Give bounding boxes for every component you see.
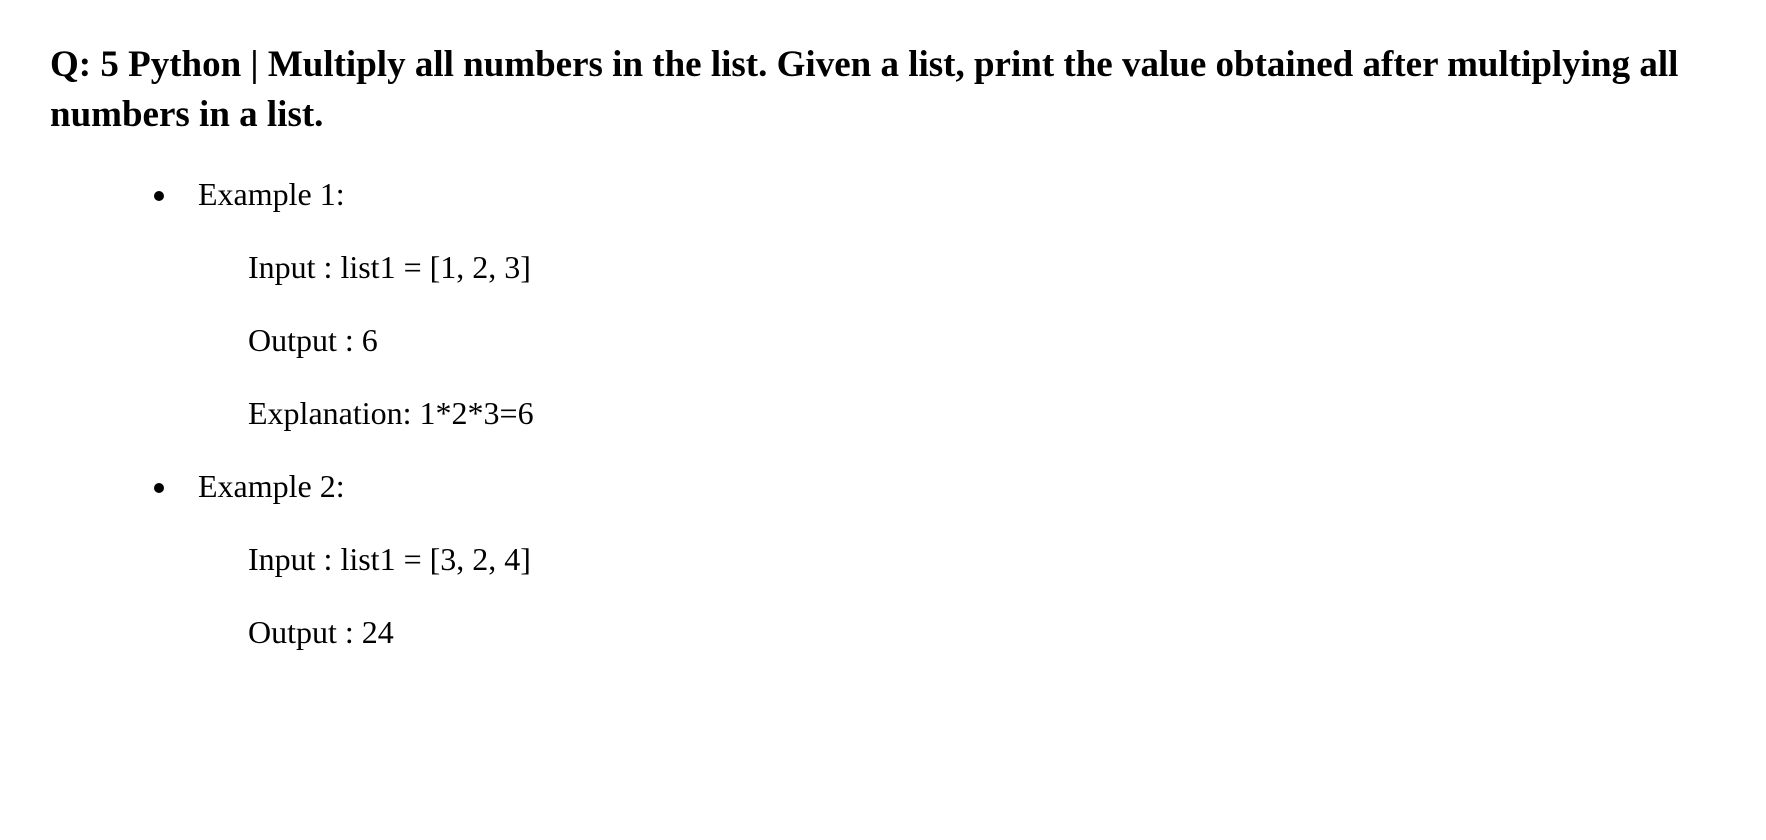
example-input: Input : list1 = [3, 2, 4] [248,535,1716,583]
example-item: Example 2: Input : list1 = [3, 2, 4] Out… [180,462,1716,656]
example-explanation: Explanation: 1*2*3=6 [248,389,1716,437]
example-label: Example 1: [198,170,1716,218]
example-details: Input : list1 = [3, 2, 4] Output : 24 [248,535,1716,656]
example-output: Output : 24 [248,608,1716,656]
question-heading: Q: 5 Python | Multiply all numbers in th… [50,40,1716,140]
example-input: Input : list1 = [1, 2, 3] [248,243,1716,291]
example-item: Example 1: Input : list1 = [1, 2, 3] Out… [180,170,1716,437]
examples-list: Example 1: Input : list1 = [1, 2, 3] Out… [50,170,1716,656]
example-details: Input : list1 = [1, 2, 3] Output : 6 Exp… [248,243,1716,437]
example-output: Output : 6 [248,316,1716,364]
example-label: Example 2: [198,462,1716,510]
